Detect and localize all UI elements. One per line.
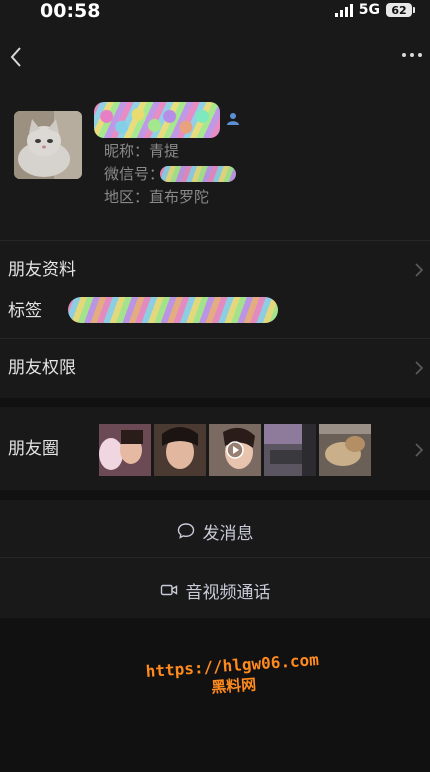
- nickname-line: 昵称：青提: [104, 142, 180, 160]
- battery-level: 62: [391, 3, 407, 17]
- chat-bubble-icon: [177, 523, 194, 539]
- tags-redacted: [68, 297, 278, 323]
- cat-photo: [14, 111, 82, 179]
- nickname-redacted: [94, 102, 220, 138]
- divider: [0, 338, 430, 339]
- divider: [0, 557, 430, 558]
- av-call-button[interactable]: 音视频通话: [0, 577, 430, 603]
- video-camera-icon: [160, 584, 177, 596]
- avatar[interactable]: [14, 111, 82, 179]
- back-arrow-icon[interactable]: [6, 44, 28, 70]
- region-line: 地区：直布罗陀: [104, 188, 210, 206]
- status-time: 00:58: [40, 0, 101, 22]
- row-friend-info[interactable]: 朋友资料: [8, 259, 76, 281]
- moment-thumbnail[interactable]: [264, 424, 316, 476]
- send-message-button[interactable]: 发消息: [0, 518, 430, 544]
- more-options-icon[interactable]: [402, 53, 422, 57]
- chevron-right-icon: [415, 443, 424, 457]
- moment-thumbnail[interactable]: [99, 424, 151, 476]
- signal-icon: [334, 3, 353, 17]
- row-moments[interactable]: 朋友圈: [8, 438, 59, 460]
- section-gap: [0, 490, 430, 500]
- network-type: 5G: [358, 2, 380, 18]
- status-indicators: 5G 62: [334, 2, 415, 18]
- row-permissions[interactable]: 朋友权限: [8, 357, 76, 379]
- row-tags[interactable]: 标签: [8, 300, 42, 322]
- divider: [0, 240, 430, 241]
- chevron-right-icon: [415, 361, 424, 375]
- moment-video-thumbnail[interactable]: [209, 424, 261, 476]
- wechat-id-label: 微信号：: [104, 165, 165, 183]
- chevron-right-icon: [415, 263, 424, 277]
- battery-icon: 62: [386, 3, 415, 17]
- wechat-id-redacted: [160, 166, 236, 182]
- section-gap: [0, 398, 430, 407]
- moment-thumbnail[interactable]: [319, 424, 371, 476]
- send-message-label: 发消息: [202, 523, 254, 544]
- moment-thumbnail[interactable]: [154, 424, 206, 476]
- gender-icon: [227, 113, 239, 125]
- play-icon: [226, 441, 244, 459]
- av-call-label: 音视频通话: [185, 582, 271, 603]
